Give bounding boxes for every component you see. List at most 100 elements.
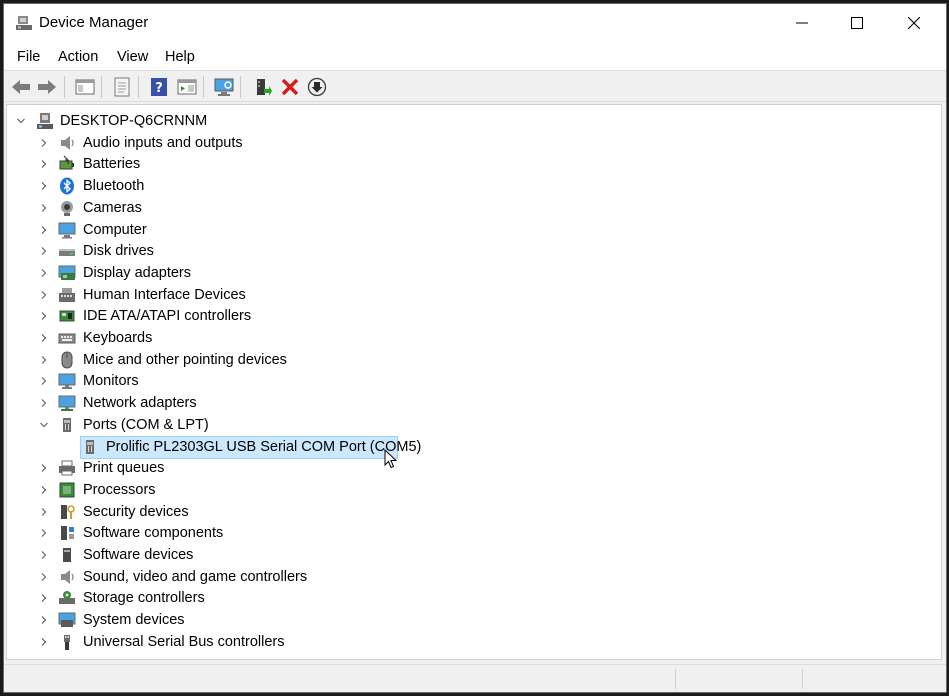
category-expander[interactable] [38,614,50,626]
forward-button[interactable] [35,75,59,99]
menu-view[interactable]: View [117,49,148,65]
tree-category-label: Storage controllers [83,590,205,607]
category-expander[interactable] [38,310,50,322]
toolbar-separator [240,76,241,98]
category-expander[interactable] [38,267,50,279]
properties-button[interactable] [110,75,134,99]
tree-category-row[interactable]: Audio inputs and outputs [7,133,407,154]
tree-root-row[interactable]: DESKTOP-Q6CRNNM [7,111,307,132]
category-expander[interactable] [38,462,50,474]
chevron-right-icon [41,486,47,494]
chevron-right-icon [41,637,47,646]
maximize-button[interactable] [834,4,880,42]
category-expander[interactable] [38,419,50,431]
tree-category-row[interactable]: Software components [7,523,407,544]
tree-category-row[interactable]: Security devices [7,502,407,523]
tree-category-row[interactable]: Ports (COM & LPT) [7,415,407,436]
battery-icon [59,155,74,170]
tree-category-label: Cameras [83,199,142,216]
tree-category-row[interactable]: Batteries [7,154,407,175]
disable-device-button[interactable] [305,75,329,99]
window-title: Device Manager [39,14,149,31]
show-hide-console-tree-button[interactable] [73,75,97,99]
tree-category-label: Universal Serial Bus controllers [83,633,285,650]
menu-file[interactable]: File [17,49,40,65]
tree-category-row[interactable]: Keyboards [7,328,407,349]
tree-category-row[interactable]: IDE ATA/ATAPI controllers [7,306,407,327]
category-expander[interactable] [38,375,50,387]
tree-category-row[interactable]: Software devices [7,545,407,566]
tree-category-row[interactable]: Storage controllers [7,588,407,609]
menu-help[interactable]: Help [165,49,195,65]
category-expander[interactable] [38,180,50,192]
toolbar: ? [4,70,946,102]
tree-device-label: Prolific PL2303GL USB Serial COM Port (C… [106,438,422,455]
maximize-icon [851,17,863,29]
tree-category-row[interactable]: Print queues [7,458,407,479]
chevron-right-icon [41,355,47,364]
tree-category-row[interactable]: Disk drives [7,241,407,262]
category-expander[interactable] [38,224,50,236]
category-expander[interactable] [38,592,50,604]
tree-category-row[interactable]: Mice and other pointing devices [7,350,407,371]
device-tree[interactable]: DESKTOP-Q6CRNNM Audio inputs and outputs B… [6,104,942,660]
tree-category-row[interactable]: Cameras [7,198,407,219]
chevron-right-icon [41,225,47,234]
tree-category-row[interactable]: Bluetooth [7,176,407,197]
chevron-right-icon [41,182,47,190]
monitor-icon [58,373,76,390]
chevron-right-icon [41,334,47,342]
category-expander[interactable] [38,636,50,648]
root-expander[interactable] [15,115,27,127]
svg-text:?: ? [155,81,163,96]
tree-category-row[interactable]: Display adapters [7,263,407,284]
chevron-right-icon [41,551,47,559]
category-expander[interactable] [38,397,50,409]
ide-controller-icon [59,310,75,322]
tree-category-row[interactable]: Network adapters [7,393,407,414]
category-expander[interactable] [38,332,50,344]
category-expander[interactable] [38,484,50,496]
category-expander[interactable] [38,158,50,170]
minimize-button[interactable] [779,4,825,42]
tree-category-row[interactable]: Sound, video and game controllers [7,567,407,588]
scan-hardware-changes-button[interactable] [212,75,236,99]
back-arrow-icon [12,80,30,94]
close-button[interactable] [891,4,937,42]
tree-category-label: Network adapters [83,395,197,412]
camera-icon [61,200,73,216]
category-expander[interactable] [38,245,50,257]
network-adapter-icon [58,395,76,412]
chevron-right-icon [41,399,47,407]
update-driver-button[interactable] [251,75,275,99]
back-button[interactable] [9,75,33,99]
category-expander[interactable] [38,354,50,366]
menu-action[interactable]: Action [58,49,98,65]
category-expander[interactable] [38,289,50,301]
category-expander[interactable] [38,506,50,518]
category-expander[interactable] [38,571,50,583]
tree-category-label: Software devices [83,547,194,563]
title-bar[interactable]: Device Manager [4,4,946,42]
tree-category-row[interactable]: System devices [7,610,407,631]
category-expander[interactable] [38,137,50,149]
tree-category-row[interactable]: Human Interface Devices [7,285,407,306]
uninstall-device-button[interactable] [278,75,302,99]
help-button[interactable]: ? [147,75,171,99]
chevron-right-icon [41,138,47,147]
tree-category-row[interactable]: Monitors [7,371,407,392]
category-expander[interactable] [38,202,50,214]
tree-category-row[interactable]: Computer [7,220,407,241]
tree-category-row[interactable]: Processors [7,480,407,501]
tree-category-row[interactable]: Universal Serial Bus controllers [7,632,407,653]
scan-hardware-changes-icon [214,78,234,96]
chevron-right-icon [41,247,47,256]
forward-arrow-icon [38,80,56,94]
category-expander[interactable] [38,527,50,539]
action-pane-button[interactable] [175,75,199,99]
minimize-icon [796,22,808,24]
tree-device-row-selected[interactable]: Prolific PL2303GL USB Serial COM Port (C… [7,437,421,458]
tree-category-label: Disk drives [83,243,154,260]
keyboard-icon [58,333,76,344]
category-expander[interactable] [38,549,50,561]
